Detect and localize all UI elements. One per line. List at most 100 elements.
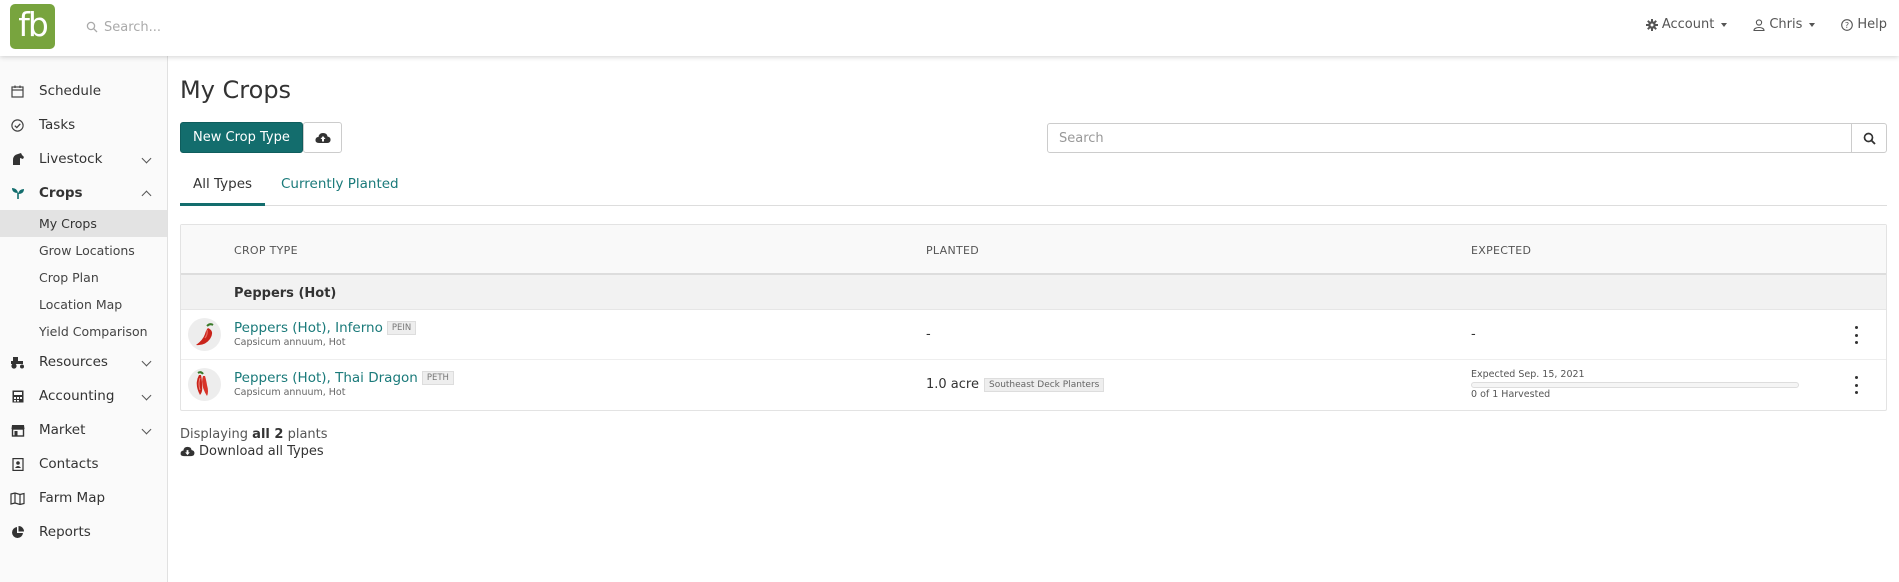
crops-table: CROP TYPE PLANTED EXPECTED Peppers (Hot)… <box>180 224 1887 411</box>
sidebar-item-label: Schedule <box>39 83 102 99</box>
new-crop-type-button[interactable]: New Crop Type <box>180 122 303 153</box>
row-actions-menu-icon[interactable] <box>1849 376 1863 394</box>
column-header-expected[interactable]: EXPECTED <box>1471 244 1531 257</box>
sidebar-item-label: Accounting <box>39 388 115 404</box>
table-group-row: Peppers (Hot) <box>181 275 1886 310</box>
gear-icon <box>1645 18 1658 31</box>
help-label: Help <box>1857 17 1887 32</box>
sidebar-item-label: Tasks <box>39 117 76 133</box>
chili-pepper-icon <box>196 323 214 346</box>
scientific-name: Capsicum annuum, Hot <box>234 387 346 398</box>
chevron-down-icon <box>141 424 152 435</box>
expected-date: Expected Sep. 15, 2021 <box>1471 369 1585 380</box>
sidebar-item-schedule[interactable]: Schedule <box>0 74 167 108</box>
sidebar-subitem-grow-locations[interactable]: Grow Locations <box>0 237 167 264</box>
sidebar-subitem-yield-comparison[interactable]: Yield Comparison <box>0 318 167 345</box>
expected-value: - <box>1471 327 1476 342</box>
sidebar-item-contacts[interactable]: Contacts <box>0 447 167 481</box>
sidebar-item-label: Resources <box>39 354 108 370</box>
tab-currently-planted[interactable]: Currently Planted <box>281 166 399 206</box>
sidebar-item-livestock[interactable]: Livestock <box>0 142 167 176</box>
tractor-icon <box>10 355 25 370</box>
download-all-types-link[interactable]: Download all Types <box>180 444 324 459</box>
sidebar-item-crops[interactable]: Crops <box>0 176 167 210</box>
search-icon <box>1863 132 1876 145</box>
chevron-down-icon <box>141 390 152 401</box>
search-icon <box>86 21 98 33</box>
planted-value: 1.0 acre Southeast Deck Planters <box>926 377 1105 392</box>
cloud-download-icon <box>180 446 195 457</box>
horse-icon <box>10 152 25 167</box>
global-search <box>86 17 386 37</box>
caret-down-icon <box>1809 22 1816 27</box>
caret-down-icon <box>1721 22 1728 27</box>
sidebar-item-farm-map[interactable]: Farm Map <box>0 481 167 515</box>
chevron-up-icon <box>141 190 152 201</box>
svg-text:?: ? <box>1845 21 1849 30</box>
crop-name-link[interactable]: Peppers (Hot), Thai Dragon PETH <box>234 370 454 386</box>
planted-value: - <box>926 327 931 342</box>
chili-pepper-icon <box>196 371 208 396</box>
top-navbar: fb Account Chris ? Help <box>0 0 1899 56</box>
download-label: Download all Types <box>199 444 324 459</box>
displaying-count-bold: all 2 <box>252 427 284 442</box>
sidebar-item-label: Reports <box>39 524 91 540</box>
crop-search-input[interactable] <box>1047 123 1852 153</box>
top-nav-menu: Account Chris ? Help <box>1645 17 1887 32</box>
row-actions-menu-icon[interactable] <box>1849 326 1863 344</box>
displaying-count: Displaying all 2 plants <box>180 427 328 442</box>
harvest-progress-bar <box>1471 382 1799 388</box>
sidebar-item-market[interactable]: Market <box>0 413 167 447</box>
location-badge[interactable]: Southeast Deck Planters <box>983 378 1105 392</box>
crop-code-badge: PEIN <box>386 321 417 335</box>
sidebar-item-reports[interactable]: Reports <box>0 515 167 549</box>
seedling-icon <box>10 186 25 201</box>
table-row: Peppers (Hot), Thai Dragon PETH Capsicum … <box>181 360 1886 410</box>
sidebar-item-resources[interactable]: Resources <box>0 345 167 379</box>
crop-name: Peppers (Hot), Thai Dragon <box>234 370 418 386</box>
displaying-prefix: Displaying <box>180 427 249 442</box>
group-label: Peppers (Hot) <box>234 286 337 301</box>
sidebar-item-label: Livestock <box>39 151 103 167</box>
address-book-icon <box>10 457 25 472</box>
page-title: My Crops <box>180 76 292 104</box>
crop-search-button[interactable] <box>1851 123 1887 153</box>
chevron-down-icon <box>141 153 152 164</box>
account-menu[interactable]: Account <box>1645 17 1728 32</box>
sidebar-subitem-crop-plan[interactable]: Crop Plan <box>0 264 167 291</box>
map-icon <box>10 491 25 506</box>
user-menu[interactable]: Chris <box>1753 17 1816 32</box>
crop-name-link[interactable]: Peppers (Hot), Inferno PEIN <box>234 320 417 336</box>
chevron-down-icon <box>141 356 152 367</box>
tab-all-types[interactable]: All Types <box>180 166 266 206</box>
crop-thumbnail <box>188 318 221 351</box>
calendar-icon <box>10 84 25 99</box>
pie-chart-icon <box>10 525 25 540</box>
crop-tabs: All Types Currently Planted <box>180 166 1887 206</box>
scientific-name: Capsicum annuum, Hot <box>234 337 346 348</box>
table-row: Peppers (Hot), Inferno PEIN Capsicum annu… <box>181 310 1886 360</box>
user-label: Chris <box>1769 17 1803 32</box>
sidebar-item-label: Farm Map <box>39 490 106 506</box>
sidebar-item-tasks[interactable]: Tasks <box>0 108 167 142</box>
upload-button[interactable] <box>303 122 342 153</box>
column-header-crop-type[interactable]: CROP TYPE <box>234 244 298 257</box>
account-label: Account <box>1661 17 1715 32</box>
help-link[interactable]: ? Help <box>1841 17 1887 32</box>
farmbrite-logo[interactable]: fb <box>10 4 55 49</box>
global-search-input[interactable] <box>104 19 364 35</box>
displaying-suffix: plants <box>287 427 328 442</box>
crop-name: Peppers (Hot), Inferno <box>234 320 383 336</box>
column-header-planted[interactable]: PLANTED <box>926 244 979 257</box>
sidebar-subitem-location-map[interactable]: Location Map <box>0 291 167 318</box>
sidebar-item-label: Crops <box>39 185 83 201</box>
sidebar-item-label: Market <box>39 422 86 438</box>
harvested-count: 0 of 1 Harvested <box>1471 389 1551 400</box>
crop-code-badge: PETH <box>421 371 454 385</box>
sidebar-item-accounting[interactable]: Accounting <box>0 379 167 413</box>
user-icon <box>1753 18 1765 31</box>
sidebar-subitem-my-crops[interactable]: My Crops <box>0 210 167 237</box>
sidebar-item-label: Contacts <box>39 456 99 472</box>
cloud-upload-icon <box>314 132 331 143</box>
store-icon <box>10 423 25 438</box>
